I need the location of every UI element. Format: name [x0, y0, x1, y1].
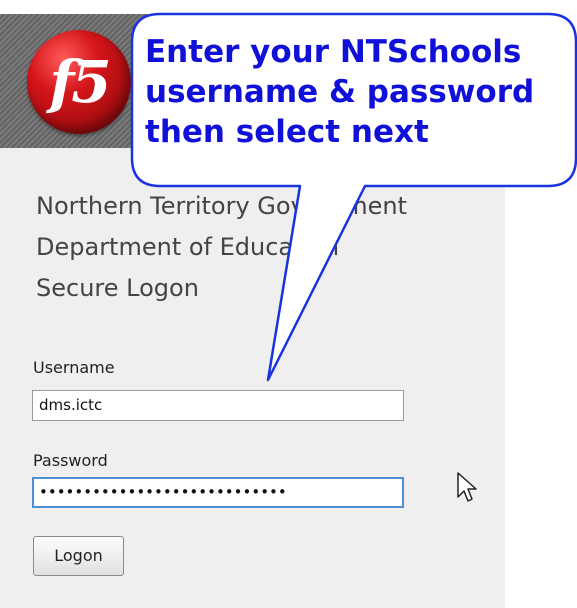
callout-line-1: Enter your NTSchools [145, 34, 522, 70]
callout-line-2: username & password [145, 74, 535, 110]
mouse-cursor-icon [457, 472, 477, 502]
callout-text: Enter your NTSchools username & password… [145, 32, 565, 152]
callout-line-3: then select next [145, 114, 429, 150]
